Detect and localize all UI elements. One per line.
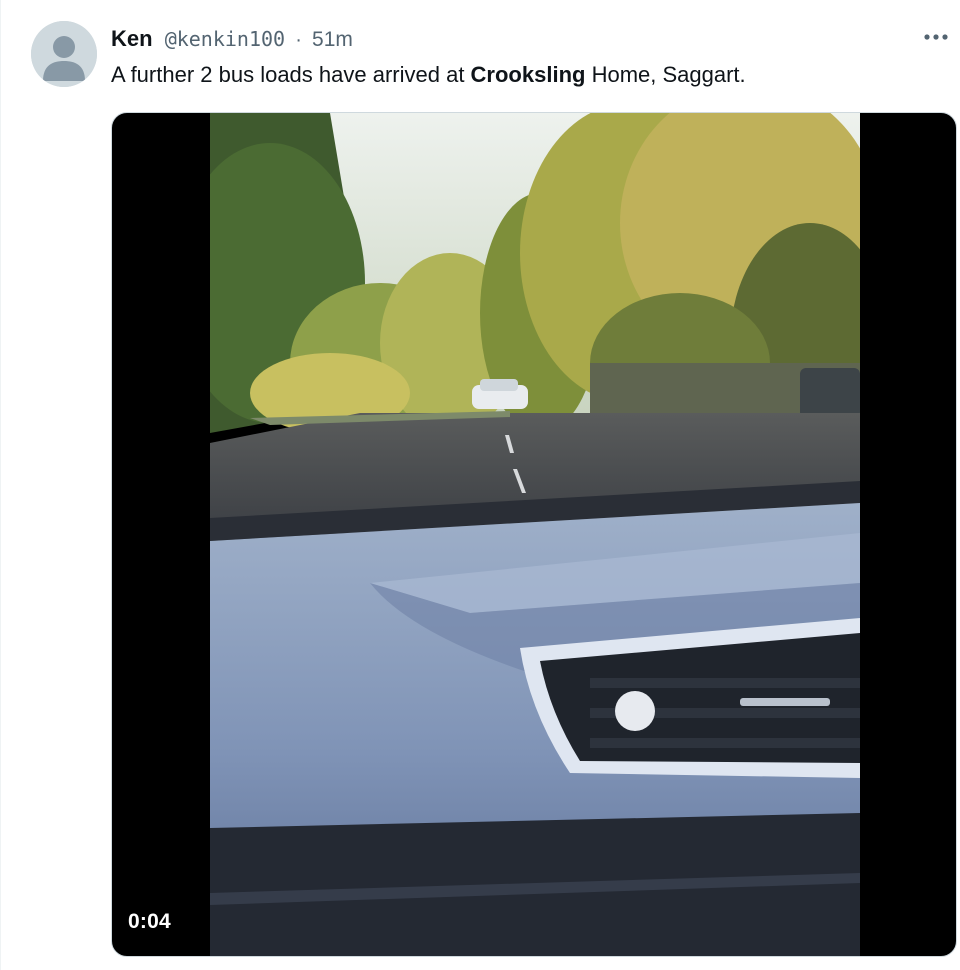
tweet-text-prefix: A further 2 bus loads have arrived at — [111, 62, 471, 87]
video-still — [210, 113, 860, 956]
author-name[interactable]: Ken — [111, 26, 153, 51]
tweet-text: A further 2 bus loads have arrived at Cr… — [111, 60, 746, 90]
tweet-header: Ken @kenkin100 · 51m — [111, 25, 353, 54]
default-profile-icon — [31, 21, 97, 87]
author-handle[interactable]: @kenkin100 — [165, 27, 285, 51]
tweet-text-bold: Crooksling — [470, 62, 586, 87]
timestamp[interactable]: 51m — [312, 28, 353, 51]
more-horizontal-icon — [924, 34, 948, 40]
separator-dot: · — [295, 29, 302, 51]
more-options-button[interactable] — [918, 22, 954, 52]
video-frame — [210, 113, 860, 956]
avatar[interactable] — [31, 21, 97, 87]
tweet[interactable]: Ken @kenkin100 · 51m A further 2 bus loa… — [0, 0, 960, 970]
tweet-text-suffix: Home, Saggart. — [585, 62, 746, 87]
video-player[interactable]: 0:04 — [111, 112, 957, 957]
video-duration: 0:04 — [128, 910, 171, 933]
